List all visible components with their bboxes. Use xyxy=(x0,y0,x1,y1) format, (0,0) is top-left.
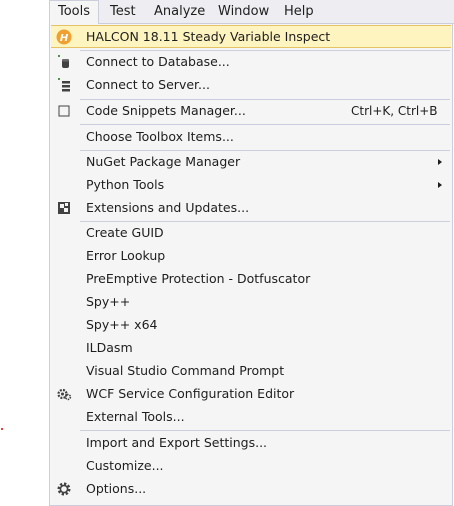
gear-icon xyxy=(56,481,72,497)
svg-text:H: H xyxy=(60,33,69,44)
menu-item-extensions-updates[interactable]: Extensions and Updates... xyxy=(51,197,451,220)
database-icon xyxy=(56,54,72,70)
menu-item-vs-command-prompt[interactable]: Visual Studio Command Prompt xyxy=(51,360,451,383)
menu-item-ildasm[interactable]: ILDasm xyxy=(51,337,451,360)
menu-analyze[interactable]: Analyze xyxy=(146,0,213,24)
checkbox-icon xyxy=(56,103,72,119)
menu-bar: Tools Test Analyze Window Help xyxy=(49,0,454,25)
menu-item-code-snippets-manager[interactable]: Code Snippets Manager... Ctrl+K, Ctrl+B xyxy=(51,100,451,123)
menu-item-halcon[interactable]: H HALCON 18.11 Steady Variable Inspect xyxy=(51,25,451,48)
submenu-arrow-icon xyxy=(438,182,442,188)
menu-item-external-tools[interactable]: External Tools... xyxy=(51,406,451,429)
menu-item-connect-server[interactable]: Connect to Server... xyxy=(51,74,451,97)
menu-item-connect-database[interactable]: Connect to Database... xyxy=(51,51,451,74)
menu-item-customize[interactable]: Customize... xyxy=(51,455,451,478)
menu-item-create-guid[interactable]: Create GUID xyxy=(51,222,451,245)
menu-test[interactable]: Test xyxy=(102,0,144,24)
menu-window[interactable]: Window xyxy=(210,0,277,24)
separator xyxy=(80,124,450,125)
menu-tools[interactable]: Tools xyxy=(49,0,100,25)
submenu-arrow-icon xyxy=(438,159,442,165)
server-icon xyxy=(56,77,72,93)
menu-item-spy[interactable]: Spy++ xyxy=(51,291,451,314)
menu-item-import-export-settings[interactable]: Import and Export Settings... xyxy=(51,432,451,455)
menu-item-nuget-package-manager[interactable]: NuGet Package Manager xyxy=(51,151,451,174)
halcon-icon: H xyxy=(56,29,72,45)
menu-item-python-tools[interactable]: Python Tools xyxy=(51,174,451,197)
menu-help[interactable]: Help xyxy=(276,0,322,24)
tools-dropdown-menu: H HALCON 18.11 Steady Variable Inspect C… xyxy=(49,24,453,506)
wcf-gear-icon xyxy=(56,386,72,402)
menu-item-preemptive-protection[interactable]: PreEmptive Protection - Dotfuscator xyxy=(51,268,451,291)
menu-item-wcf-config-editor[interactable]: WCF Service Configuration Editor xyxy=(51,383,451,406)
extensions-icon xyxy=(56,200,72,216)
stray-pixel xyxy=(1,428,3,430)
menu-item-error-lookup[interactable]: Error Lookup xyxy=(51,245,451,268)
menu-item-options[interactable]: Options... xyxy=(51,478,451,501)
menu-item-choose-toolbox-items[interactable]: Choose Toolbox Items... xyxy=(51,126,451,149)
separator xyxy=(80,430,450,431)
screen: Tools Test Analyze Window Help H HALCON … xyxy=(0,0,454,506)
shortcut-label: Ctrl+K, Ctrl+B xyxy=(351,104,438,118)
menu-item-spy-x64[interactable]: Spy++ x64 xyxy=(51,314,451,337)
